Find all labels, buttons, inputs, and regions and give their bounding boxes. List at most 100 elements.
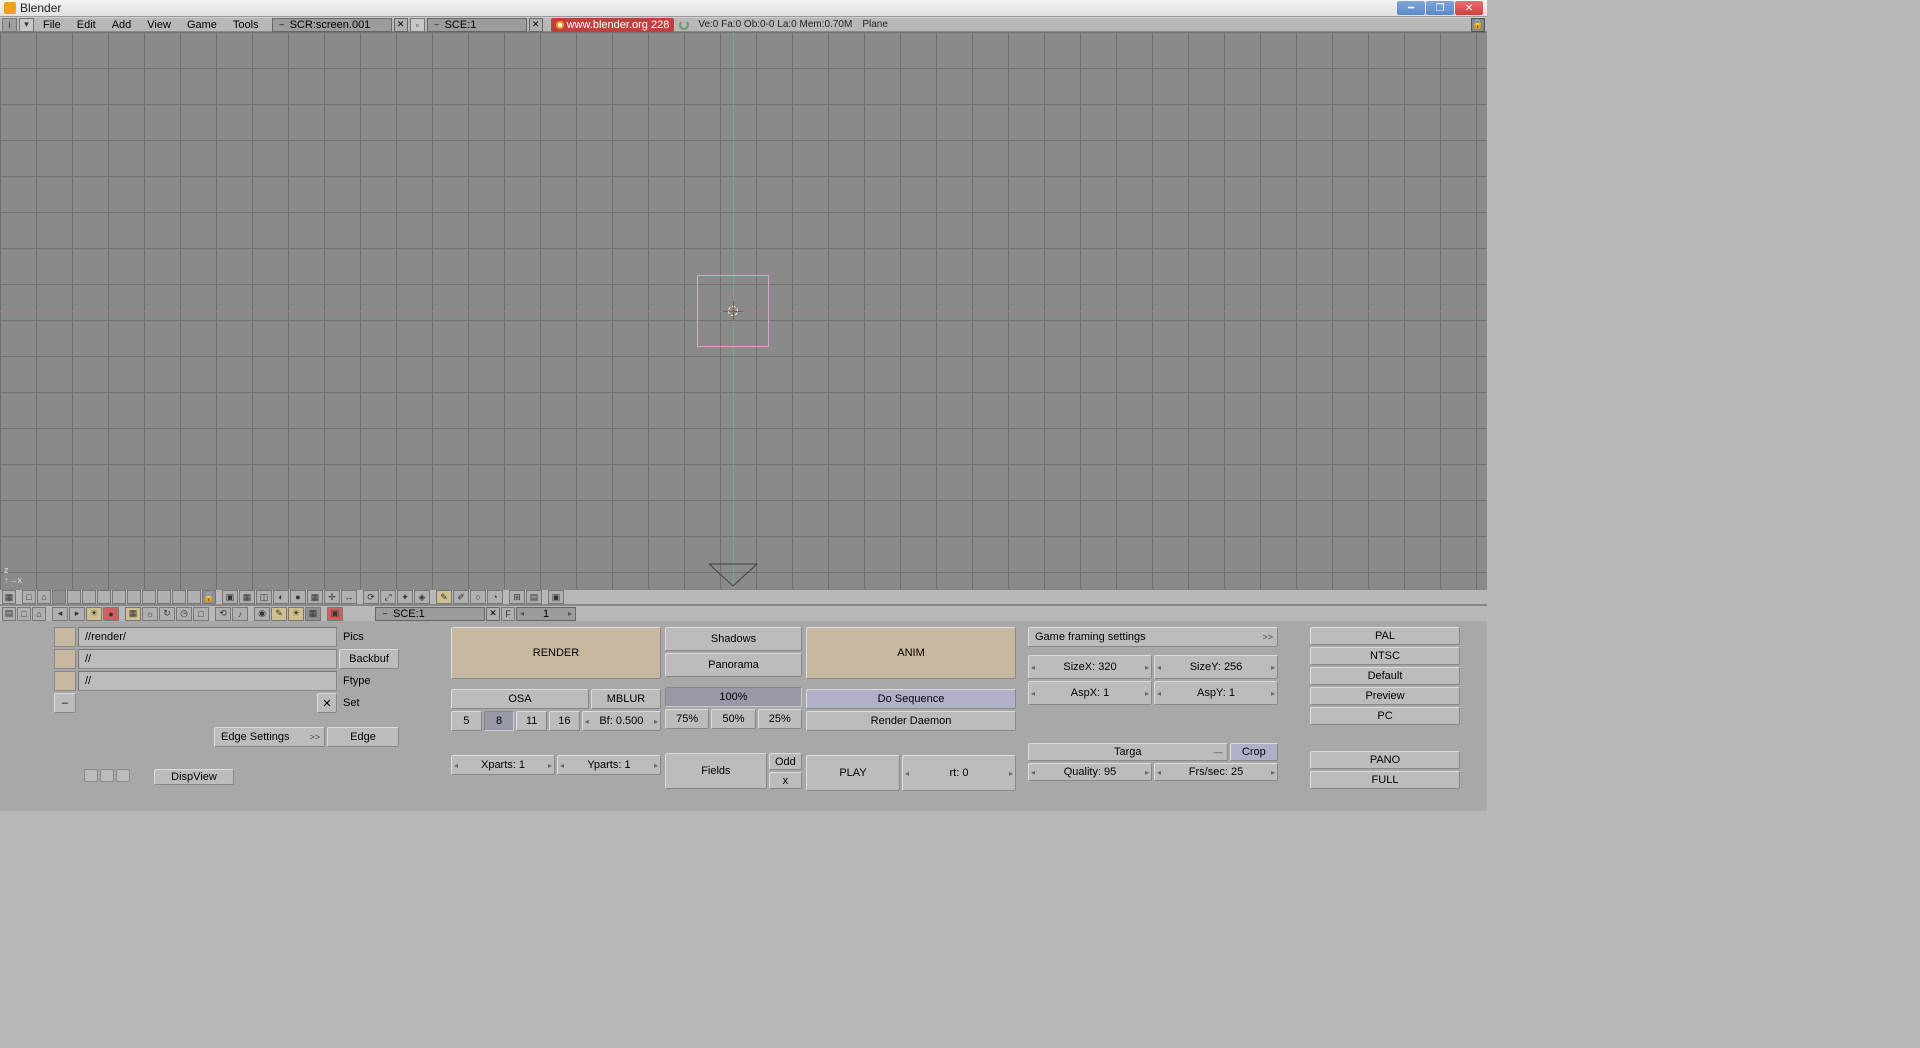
- edge-button[interactable]: Edge: [327, 727, 399, 747]
- format-menu[interactable]: Targa—: [1028, 743, 1228, 761]
- menu-edit[interactable]: Edit: [70, 19, 103, 31]
- screen-selector[interactable]: – SCR:screen.001: [272, 18, 392, 32]
- move-icon[interactable]: ↔: [341, 590, 357, 604]
- render-daemon-button[interactable]: Render Daemon: [806, 711, 1016, 731]
- field-x-button[interactable]: x: [769, 772, 802, 789]
- osa-8-button[interactable]: 8: [484, 711, 515, 731]
- pct-50-button[interactable]: 50%: [711, 709, 755, 729]
- pc-button[interactable]: PC: [1310, 707, 1460, 725]
- local-view-icon[interactable]: ▣: [222, 590, 238, 604]
- copy-menu-icon[interactable]: ▤: [526, 590, 542, 604]
- menu-add[interactable]: Add: [105, 19, 139, 31]
- window-close-button[interactable]: ✕: [1455, 1, 1483, 15]
- frssec-field[interactable]: Frs/sec: 25: [1154, 763, 1278, 781]
- layer-5-button[interactable]: [112, 590, 126, 604]
- menu-game[interactable]: Game: [180, 19, 224, 31]
- falloff-icon[interactable]: ◔: [487, 590, 503, 604]
- disp-toggle-2[interactable]: [100, 769, 114, 782]
- render-icon[interactable]: ▣: [548, 590, 564, 604]
- buttons-fullscreen-icon[interactable]: □: [17, 607, 31, 621]
- context-render2-icon[interactable]: ◉: [254, 607, 270, 621]
- proportional-edit-icon[interactable]: ○: [470, 590, 486, 604]
- backbuf-button[interactable]: Backbuf: [339, 649, 399, 669]
- menu-tools[interactable]: Tools: [226, 19, 266, 31]
- widget-1-icon[interactable]: ✦: [397, 590, 413, 604]
- shadows-button[interactable]: Shadows: [665, 627, 802, 651]
- anim-button[interactable]: ANIM: [806, 627, 1016, 679]
- osa-button[interactable]: OSA: [451, 689, 589, 709]
- edge-settings-menu[interactable]: Edge Settings>>: [214, 727, 325, 747]
- blender-url-badge[interactable]: www.blender.org 228: [551, 18, 675, 32]
- context-world-icon[interactable]: ◷: [176, 607, 192, 621]
- aspx-field[interactable]: AspX: 1: [1028, 681, 1152, 705]
- ftype-swatch[interactable]: [54, 671, 76, 691]
- context-anim-icon[interactable]: ▦: [125, 607, 141, 621]
- sizex-field[interactable]: SizeX: 320: [1028, 655, 1152, 679]
- bf-field[interactable]: Bf: 0.500: [582, 711, 661, 731]
- buttons-scene-selector[interactable]: – SCE:1: [375, 607, 485, 621]
- backbuf-swatch[interactable]: [54, 649, 76, 669]
- header-expand-icon[interactable]: ▾: [19, 18, 34, 32]
- do-sequence-button[interactable]: Do Sequence: [806, 689, 1016, 709]
- buttons-scene-delete[interactable]: ✕: [486, 607, 500, 621]
- fullscreen-icon[interactable]: □: [22, 590, 36, 604]
- layer-4-button[interactable]: [97, 590, 111, 604]
- sizey-field[interactable]: SizeY: 256: [1154, 655, 1278, 679]
- screen-delete-button[interactable]: ✕: [394, 18, 408, 32]
- crop-button[interactable]: Crop: [1230, 743, 1278, 761]
- disp-toggle-1[interactable]: [84, 769, 98, 782]
- layer-8-button[interactable]: [157, 590, 171, 604]
- home-icon[interactable]: ⌂: [37, 590, 51, 604]
- disp-toggle-3[interactable]: [116, 769, 130, 782]
- scale-icon[interactable]: ⤢: [380, 590, 396, 604]
- pano-button[interactable]: PANO: [1310, 751, 1460, 769]
- panorama-button[interactable]: Panorama: [665, 653, 802, 677]
- layer-2-button[interactable]: [67, 590, 81, 604]
- scene-selector[interactable]: – SCE:1: [427, 18, 527, 32]
- context-view-icon[interactable]: ◂: [52, 607, 68, 621]
- osa-16-button[interactable]: 16: [549, 711, 580, 731]
- snap-icon[interactable]: ⊞: [509, 590, 525, 604]
- context-script-icon[interactable]: ♪: [232, 607, 248, 621]
- fields-button[interactable]: Fields: [665, 753, 767, 789]
- 3d-viewport[interactable]: z↑→x: [0, 32, 1487, 589]
- render-button[interactable]: RENDER: [451, 627, 661, 679]
- layer-7-button[interactable]: [142, 590, 156, 604]
- scene-delete-button[interactable]: ✕: [529, 18, 543, 32]
- buttons-home-icon[interactable]: ⌂: [32, 607, 46, 621]
- window-minimize-button[interactable]: ━: [1397, 1, 1425, 15]
- aspy-field[interactable]: AspY: 1: [1154, 681, 1278, 705]
- context-display-icon[interactable]: ☀: [288, 607, 304, 621]
- set-dash-button[interactable]: –: [54, 693, 76, 713]
- game-framing-menu[interactable]: Game framing settings>>: [1028, 627, 1278, 647]
- osa-11-button[interactable]: 11: [516, 711, 547, 731]
- window-type-3dview-icon[interactable]: ▦: [2, 590, 16, 604]
- rt-field[interactable]: rt: 0: [902, 755, 1016, 791]
- draw-solid-icon[interactable]: ◐: [273, 590, 289, 604]
- rotate-icon[interactable]: ⟳: [363, 590, 379, 604]
- layer-6-button[interactable]: [127, 590, 141, 604]
- pct-25-button[interactable]: 25%: [758, 709, 802, 729]
- dispview-button[interactable]: DispView: [154, 769, 234, 785]
- buttons-window-type-icon[interactable]: ▤: [2, 607, 16, 621]
- view-persp-icon[interactable]: ▦: [239, 590, 255, 604]
- layer-10-button[interactable]: [187, 590, 201, 604]
- layer-3-button[interactable]: [82, 590, 96, 604]
- ntsc-button[interactable]: NTSC: [1310, 647, 1460, 665]
- layer-9-button[interactable]: [172, 590, 186, 604]
- play-button[interactable]: PLAY: [806, 755, 900, 791]
- context-material-icon[interactable]: ☀: [86, 607, 102, 621]
- yparts-field[interactable]: Yparts: 1: [557, 755, 661, 775]
- window-type-icon[interactable]: i: [2, 18, 17, 32]
- pct-100-button[interactable]: 100%: [665, 687, 802, 707]
- lock-icon[interactable]: 🔒: [1471, 18, 1485, 32]
- ftype-path-input[interactable]: //: [78, 671, 337, 691]
- context-radio-icon[interactable]: ✎: [271, 607, 287, 621]
- screen-add-button[interactable]: ▫: [410, 18, 425, 32]
- context-sound-icon[interactable]: ⟲: [215, 607, 231, 621]
- menu-file[interactable]: File: [36, 19, 68, 31]
- window-maximize-button[interactable]: ❐: [1426, 1, 1454, 15]
- menu-view[interactable]: View: [140, 19, 178, 31]
- osa-5-button[interactable]: 5: [451, 711, 482, 731]
- full-button[interactable]: FULL: [1310, 771, 1460, 789]
